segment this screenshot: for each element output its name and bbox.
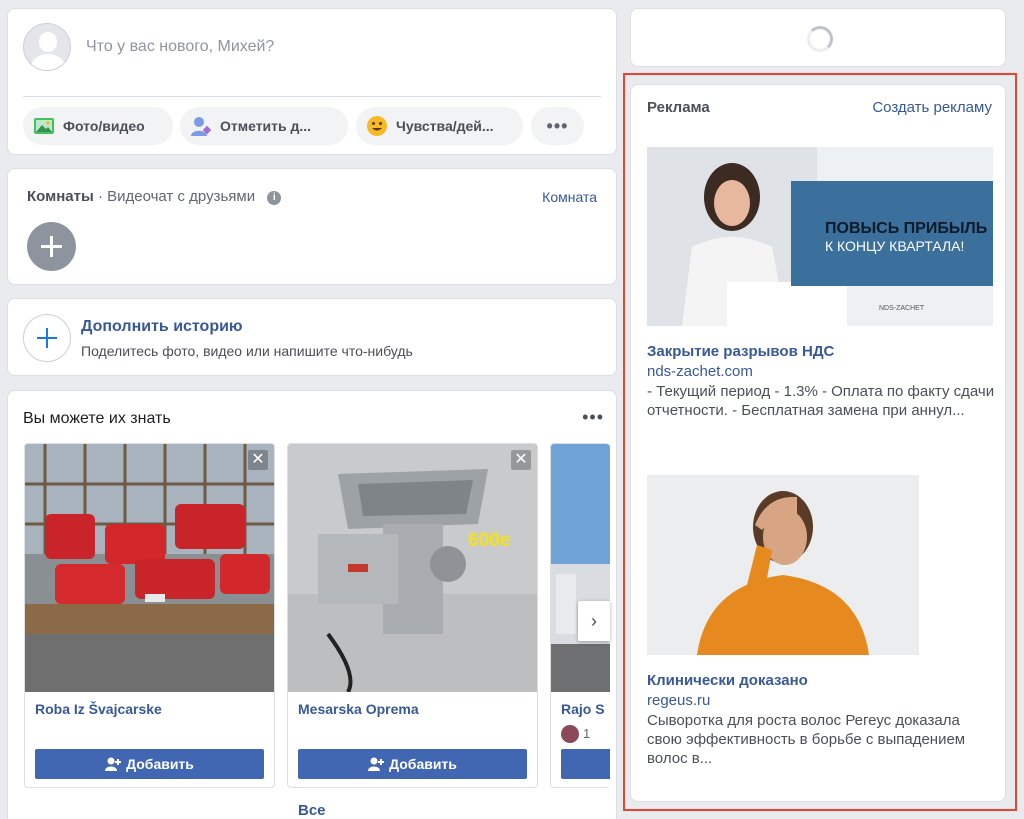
add-story-card[interactable]: Дополнить историю Поделитесь фото, видео… [7,298,617,376]
ad-banner-line1: ПОВЫСЬ ПРИБЫЛЬ [825,220,987,237]
ad-domain[interactable]: regeus.ru [647,692,710,709]
ad-description: - Текущий период - 1.3% - Оплата по факт… [647,383,995,419]
ad-image[interactable] [647,475,919,655]
person-card: ✕ Roba Iz Švajcarske Добавить [24,443,275,788]
ads-title: Реклама [647,99,710,116]
rooms-card: Комнаты · Видеочат с друзьями i Комната [7,168,617,285]
ad-banner-line2: К КОНЦУ КВАРТАЛА! [825,238,964,254]
ad-domain[interactable]: nds-zachet.com [647,363,753,380]
ad-description: Сыворотка для роста волос Регеус доказал… [647,712,966,767]
add-friend-label: Добавить [389,756,457,772]
add-story-subtitle: Поделитесь фото, видео или напишите что-… [81,343,413,359]
add-friend-button[interactable]: Добавить [35,749,264,779]
person-name[interactable]: Rajo S [561,701,605,717]
feeling-icon [366,115,388,137]
person-name[interactable]: Roba Iz Švajcarske [35,701,162,717]
add-friend-button[interactable] [561,749,610,779]
pymk-more-icon[interactable]: ••• [582,407,604,428]
more-options-button[interactable]: ••• [531,107,584,145]
mutual-friend-avatar [561,725,579,743]
add-friend-icon [105,757,122,771]
create-room-link[interactable]: Комната [542,189,597,205]
ad-headline[interactable]: Клинически доказано [647,672,808,689]
add-story-title[interactable]: Дополнить историю [81,318,243,336]
composer-input[interactable]: Что у вас нового, Михей? [86,38,274,56]
tag-friends-label: Отметить д... [220,118,312,134]
create-room-button[interactable] [27,222,76,271]
rooms-subtitle: · Видеочат с друзьями [97,188,256,205]
mutual-count: 1 [583,726,591,741]
ad-headline[interactable]: Закрытие разрывов НДС [647,343,834,360]
person-photo[interactable] [25,444,274,692]
feeling-label: Чувства/дей... [396,118,494,134]
person-card: 600e ✕ Mesarska Oprema Добавить [287,443,538,788]
price-tag: 600e [468,530,510,551]
photo-video-button[interactable]: Фото/видео [23,107,173,145]
tag-friends-button[interactable]: Отметить д... [180,107,348,145]
rooms-heading: Комнаты · Видеочат с друзьями i [27,188,282,205]
divider [23,96,601,97]
dismiss-icon[interactable]: ✕ [511,450,531,470]
people-you-may-know: Вы можете их знать ••• ✕ Roba Iz Švajcar… [7,390,617,819]
create-ad-link[interactable]: Создать рекламу [872,99,992,116]
ad-banner-logo: NDS-ZACHET [879,305,925,312]
loading-spinner-icon [807,26,833,52]
pymk-title: Вы можете их знать [23,410,171,427]
post-composer: Что у вас нового, Михей? Фото/видео Отме… [7,8,617,155]
more-icon: ••• [546,115,569,136]
info-icon[interactable]: i [267,191,282,205]
add-story-icon[interactable] [23,314,71,362]
person-photo[interactable]: 600e [288,444,537,693]
chevron-right-icon[interactable]: › [578,601,610,641]
add-friend-icon [368,757,385,771]
loading-card [630,8,1006,67]
add-friend-label: Добавить [126,756,194,772]
tag-friends-icon [190,115,212,137]
add-friend-button[interactable]: Добавить [298,749,527,779]
ads-panel: Реклама Создать рекламу ПОВЫСЬ ПРИБЫЛЬ К… [630,84,1006,802]
user-avatar[interactable] [23,23,71,71]
person-name[interactable]: Mesarska Oprema [298,701,419,717]
rooms-title: Комнаты [27,188,94,205]
feeling-activity-button[interactable]: Чувства/дей... [356,107,523,145]
person-photo[interactable] [551,444,610,692]
ad-image[interactable]: ПОВЫСЬ ПРИБЫЛЬ К КОНЦУ КВАРТАЛА! NDS-ZAC… [647,147,993,326]
photo-video-label: Фото/видео [63,118,145,134]
photo-icon [33,115,55,137]
dismiss-icon[interactable]: ✕ [248,450,268,470]
see-all-link[interactable]: Все [298,802,326,819]
